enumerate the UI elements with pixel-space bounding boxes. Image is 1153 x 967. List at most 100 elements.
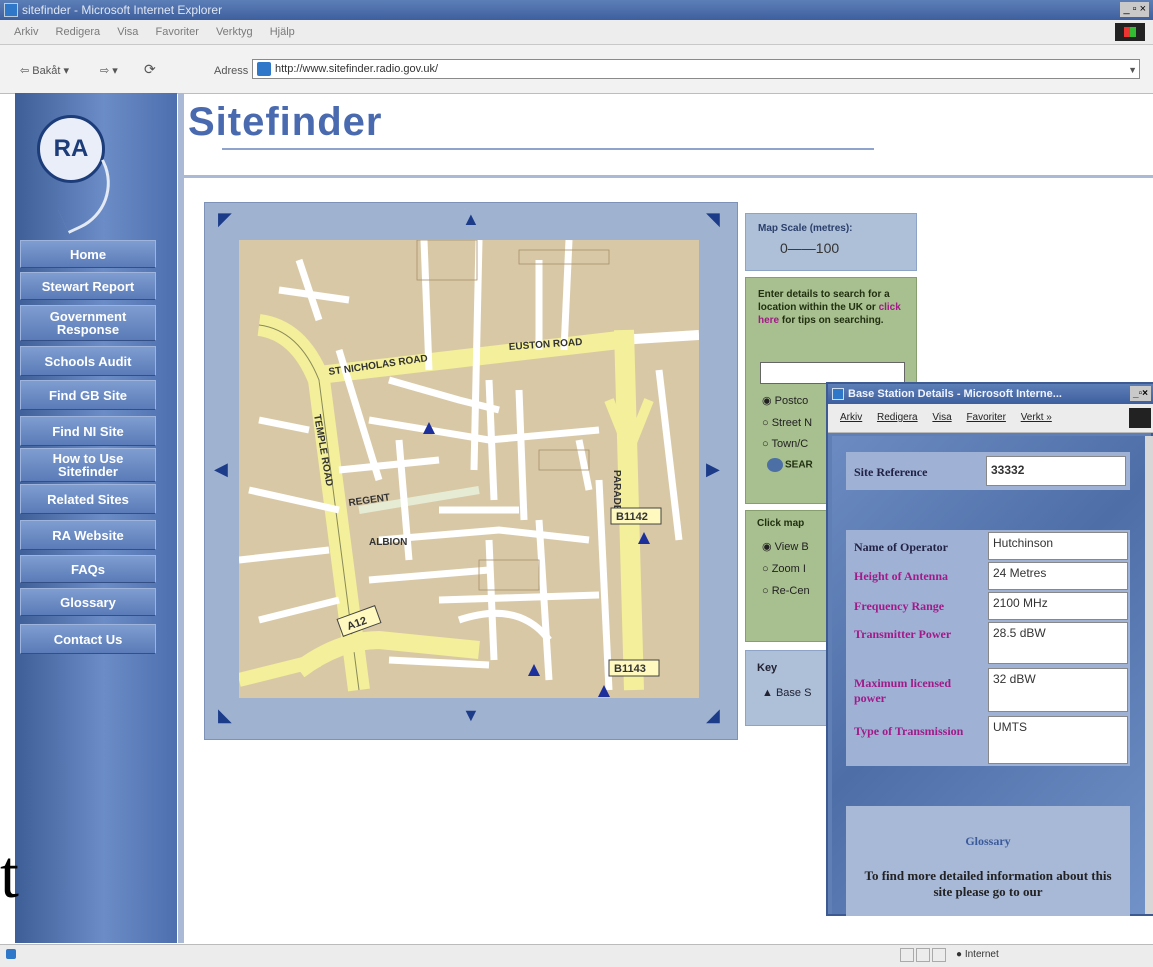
nav-schools-audit[interactable]: Schools Audit bbox=[20, 346, 156, 376]
pan-west-icon[interactable]: ◀ bbox=[214, 460, 228, 478]
pan-north-icon[interactable]: ▲ bbox=[462, 210, 480, 228]
map-scale-value: 0——100 bbox=[780, 240, 840, 256]
status-bar: ● Internet bbox=[0, 944, 1153, 967]
nav-find-gb-site[interactable]: Find GB Site bbox=[20, 380, 156, 410]
nav-government-response[interactable]: Government Response bbox=[20, 305, 156, 341]
menu-hjalp[interactable]: Hjälp bbox=[270, 26, 295, 38]
search-globe-icon bbox=[767, 458, 783, 472]
nav-home[interactable]: Home bbox=[20, 240, 156, 268]
map-scale-label: Map Scale (metres): bbox=[758, 223, 853, 234]
forward-button[interactable]: ⇨ ▾ bbox=[100, 61, 118, 81]
header-divider bbox=[178, 175, 1153, 178]
title-underline bbox=[222, 148, 874, 150]
page-icon bbox=[257, 62, 271, 76]
menu-verktyg[interactable]: Verktyg bbox=[216, 26, 253, 38]
back-label: Bakåt bbox=[32, 65, 61, 77]
nav-stewart-report[interactable]: Stewart Report bbox=[20, 272, 156, 300]
stray-text: t bbox=[0, 836, 19, 912]
menu-favoriter[interactable]: Favoriter bbox=[155, 26, 198, 38]
address-input[interactable]: http://www.sitefinder.radio.gov.uk/ ▼ bbox=[252, 59, 1140, 79]
popup-scrollbar[interactable] bbox=[1145, 436, 1153, 914]
radio-view[interactable]: ◉ View B bbox=[762, 540, 809, 553]
pan-northwest-icon[interactable]: ◤ bbox=[218, 210, 232, 228]
popup-window-controls[interactable]: _▫× bbox=[1130, 386, 1151, 401]
nav-find-ni-site[interactable]: Find NI Site bbox=[20, 416, 156, 446]
radio-view-label: View B bbox=[774, 541, 809, 553]
address-url: http://www.sitefinder.radio.gov.uk/ bbox=[275, 63, 439, 75]
popup-windows-logo-icon bbox=[1129, 408, 1151, 428]
page-title: Sitefinder bbox=[188, 100, 383, 144]
search-prompt-end: for tips on searching. bbox=[779, 315, 884, 326]
map-label-albion: ALBION bbox=[369, 537, 407, 548]
status-segment bbox=[932, 948, 946, 962]
popup-menu-bar: Arkiv Redigera Visa Favoriter Verkt » bbox=[828, 404, 1153, 433]
popup-menu-verktyg[interactable]: Verkt » bbox=[1021, 412, 1052, 423]
row-label-transmission[interactable]: Type of Transmission bbox=[854, 724, 964, 739]
pan-southwest-icon[interactable]: ◣ bbox=[218, 706, 232, 724]
popup-ie-icon bbox=[832, 388, 844, 400]
search-input[interactable] bbox=[760, 362, 905, 384]
window-controls[interactable]: _ ▫ × bbox=[1120, 2, 1149, 17]
menu-bar: Arkiv Redigera Visa Favoriter Verktyg Hj… bbox=[0, 20, 1153, 45]
status-segment bbox=[900, 948, 914, 962]
radio-street-label: Street N bbox=[771, 417, 813, 429]
ie-icon bbox=[4, 3, 18, 17]
windows-logo-icon bbox=[1115, 23, 1145, 41]
radio-town-label: Town/C bbox=[771, 438, 809, 450]
search-button[interactable]: SEAR bbox=[767, 458, 813, 472]
nav-how-to-use[interactable]: How to Use Sitefinder bbox=[20, 448, 156, 482]
popup-titlebar: Base Station Details - Microsoft Interne… bbox=[828, 384, 1153, 404]
radio-postcode-label: Postco bbox=[774, 395, 809, 407]
back-button[interactable]: ⇦ Bakåt ▾ bbox=[20, 61, 69, 81]
radio-postcode[interactable]: ◉ Postco bbox=[762, 394, 808, 407]
map-image: ST NICHOLAS ROAD EUSTON ROAD TEMPLE ROAD… bbox=[239, 240, 699, 698]
refresh-icon[interactable]: ⟳ bbox=[144, 61, 156, 78]
window-titlebar: sitefinder - Microsoft Internet Explorer… bbox=[0, 0, 1153, 20]
search-instructions: Enter details to search for a location w… bbox=[758, 288, 908, 327]
radio-town[interactable]: ○ Town/C bbox=[762, 438, 808, 450]
menu-arkiv[interactable]: Arkiv bbox=[14, 26, 38, 38]
row-value-antenna: 24 Metres bbox=[988, 562, 1128, 590]
nav-glossary[interactable]: Glossary bbox=[20, 588, 156, 616]
menu-redigera[interactable]: Redigera bbox=[56, 26, 101, 38]
glossary-link[interactable]: Glossary bbox=[846, 834, 1130, 849]
row-value-max-power: 32 dBW bbox=[988, 668, 1128, 712]
address-dropdown-icon[interactable]: ▼ bbox=[1128, 61, 1137, 79]
search-prompt: Enter details to search for a location w… bbox=[758, 289, 890, 313]
row-value-transmitter: 28.5 dBW bbox=[988, 622, 1128, 664]
nav-faqs[interactable]: FAQs bbox=[20, 555, 156, 583]
pan-northeast-icon[interactable]: ◥ bbox=[706, 210, 720, 228]
radio-zoom-label: Zoom I bbox=[771, 563, 806, 575]
row-label-max-power[interactable]: Maximum licensed power bbox=[854, 676, 964, 706]
status-segment bbox=[916, 948, 930, 962]
menu-visa[interactable]: Visa bbox=[117, 26, 138, 38]
popup-menu-redigera[interactable]: Redigera bbox=[877, 412, 918, 423]
nav-contact-us[interactable]: Contact Us bbox=[20, 624, 156, 654]
content-left-border bbox=[178, 93, 184, 943]
row-label-frequency[interactable]: Frequency Range bbox=[854, 599, 944, 614]
popup-menu-visa[interactable]: Visa bbox=[932, 412, 951, 423]
popup-menu-favoriter[interactable]: Favoriter bbox=[966, 412, 1005, 423]
radio-recentre[interactable]: ○ Re-Cen bbox=[762, 585, 810, 597]
popup-menu-arkiv[interactable]: Arkiv bbox=[840, 412, 862, 423]
radio-zoom[interactable]: ○ Zoom I bbox=[762, 563, 806, 575]
pan-east-icon[interactable]: ▶ bbox=[706, 460, 720, 478]
street-map[interactable]: ST NICHOLAS ROAD EUSTON ROAD TEMPLE ROAD… bbox=[239, 240, 699, 698]
nav-related-sites[interactable]: Related Sites bbox=[20, 484, 156, 514]
nav-ra-website[interactable]: RA Website bbox=[20, 520, 156, 550]
radio-street[interactable]: ○ Street N bbox=[762, 417, 812, 429]
pan-south-icon[interactable]: ▼ bbox=[462, 706, 480, 724]
window-title: sitefinder - Microsoft Internet Explorer bbox=[22, 3, 223, 17]
key-base-station: ▲ Base S bbox=[762, 687, 812, 699]
row-label-transmitter[interactable]: Transmitter Power bbox=[854, 627, 964, 642]
site-reference-value: 33332 bbox=[986, 456, 1126, 486]
row-label-operator: Name of Operator bbox=[854, 540, 948, 554]
status-page-icon bbox=[6, 949, 16, 959]
map-label-b1142: B1142 bbox=[616, 511, 648, 523]
search-button-label: SEAR bbox=[785, 459, 813, 471]
radio-recentre-label: Re-Cen bbox=[771, 585, 810, 597]
pan-southeast-icon[interactable]: ◢ bbox=[706, 706, 720, 724]
site-reference-label: Site Reference bbox=[854, 465, 928, 479]
sidebar bbox=[15, 93, 177, 943]
row-label-antenna[interactable]: Height of Antenna bbox=[854, 569, 948, 584]
